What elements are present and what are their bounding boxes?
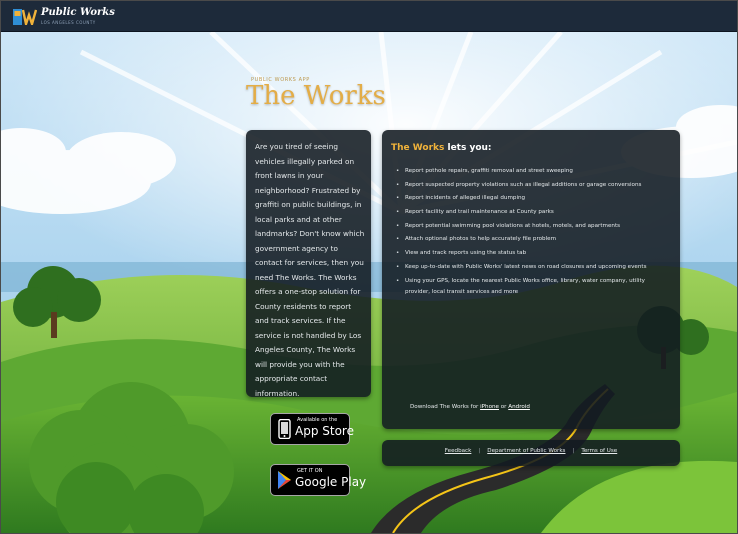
- footer-links: Feedback | Department of Public Works | Term…: [382, 448, 680, 454]
- feature-item: Attach optional photos to help accuratel…: [396, 234, 666, 246]
- android-link[interactable]: Android: [508, 404, 530, 410]
- app-store-small-label: Available on the: [297, 417, 338, 423]
- google-play-badge[interactable]: GET IT ON Google Play: [270, 464, 366, 496]
- footer-separator: |: [572, 448, 575, 454]
- feature-item: Using your GPS, locate the nearest Publi…: [396, 276, 666, 299]
- features-panel: The Works lets you: Report pothole repai…: [382, 130, 680, 429]
- feature-item: Report pothole repairs, graffiti removal…: [396, 166, 666, 178]
- terms-link[interactable]: Terms of Use: [581, 448, 617, 454]
- brand-name[interactable]: Public Works: [41, 7, 115, 18]
- feature-item: Report potential swimming pool violation…: [396, 221, 666, 233]
- feature-item: Report incidents of alleged illegal dump…: [396, 193, 666, 205]
- app-store-label: App Store: [295, 424, 354, 438]
- footer-panel: Feedback | Department of Public Works | Term…: [382, 440, 680, 466]
- phone-icon: [278, 419, 291, 439]
- features-heading: The Works lets you:: [391, 143, 492, 153]
- brand-subtitle: LOS ANGELES COUNTY: [41, 20, 96, 25]
- download-prefix: Download The Works for: [410, 404, 481, 410]
- top-bar: Public Works LOS ANGELES COUNTY: [1, 1, 737, 32]
- download-line: Download The Works for iPhone or Android: [410, 404, 530, 410]
- feature-item: Report suspected property violations suc…: [396, 180, 666, 192]
- hero-background: PUBLIC WORKS APP The Works Are you tired…: [1, 32, 737, 533]
- app-store-badge[interactable]: Available on the App Store: [270, 413, 354, 445]
- features-list: Report pothole repairs, graffiti removal…: [396, 166, 666, 301]
- page-title: The Works: [246, 81, 386, 111]
- google-play-label: Google Play: [295, 475, 367, 489]
- feature-item: Report facility and trail maintenance at…: [396, 207, 666, 219]
- feature-item: View and track reports using the status …: [396, 248, 666, 260]
- google-play-small-label: GET IT ON: [297, 468, 323, 474]
- dpw-link[interactable]: Department of Public Works: [487, 448, 565, 454]
- footer-separator: |: [478, 448, 481, 454]
- features-heading-accent: The Works: [391, 143, 445, 153]
- feature-item: Keep up-to-date with Public Works' lates…: [396, 262, 666, 274]
- iphone-link[interactable]: iPhone: [480, 404, 499, 410]
- app-frame: Public Works LOS ANGELES COUNTY PUBLIC W…: [0, 0, 738, 534]
- feedback-link[interactable]: Feedback: [445, 448, 472, 454]
- intro-panel: Are you tired of seeing vehicles illegal…: [246, 130, 371, 398]
- features-heading-rest: lets you:: [444, 143, 492, 153]
- intro-text: Are you tired of seeing vehicles illegal…: [255, 142, 365, 398]
- google-play-icon: [278, 471, 291, 489]
- download-mid: or: [498, 404, 509, 410]
- public-works-logo-icon[interactable]: [13, 9, 37, 25]
